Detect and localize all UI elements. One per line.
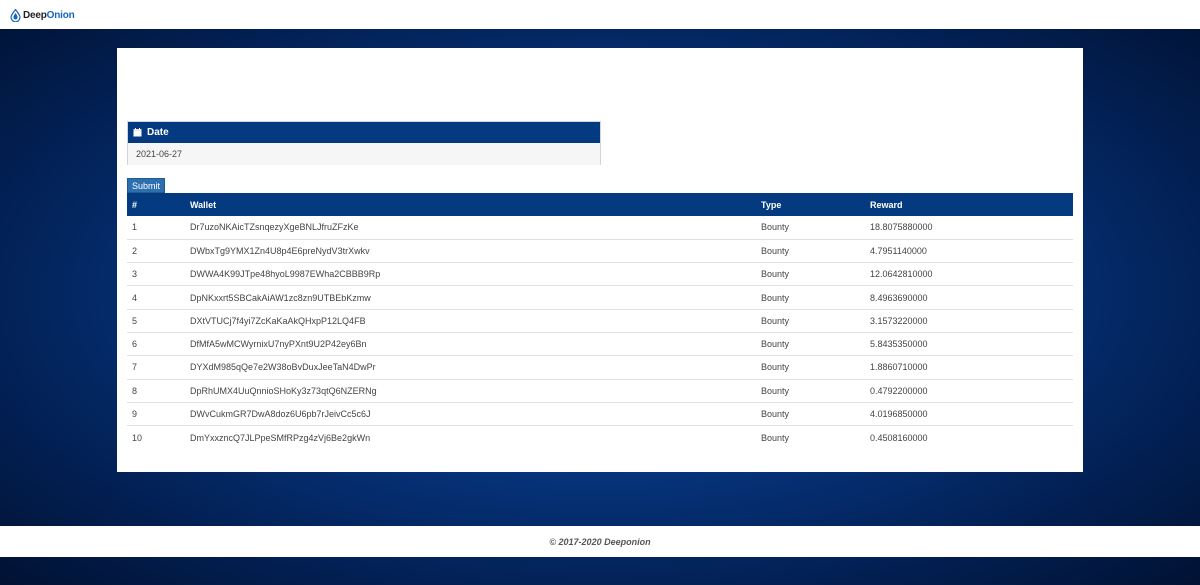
cell-type: Bounty (761, 269, 790, 280)
cell-wallet: DfMfA5wMCWyrnixU7nyPXnt9U2P42ey6Bn (190, 339, 367, 350)
cell-type: Bounty (761, 222, 790, 233)
cell-reward: 1.8860710000 (870, 362, 928, 373)
cell-num: 5 (132, 315, 138, 326)
cell-type: Bounty (761, 292, 790, 303)
header-num: # (132, 199, 138, 210)
cell-num: 4 (132, 292, 138, 303)
cell-wallet: DWvCukmGR7DwA8doz6U6pb7rJeivCc5c6J (190, 409, 371, 420)
main-card: Date 2021-06-27 Submit # Wallet Type Rew… (117, 48, 1083, 472)
date-field[interactable]: 2021-06-27 (128, 143, 600, 165)
table-header-row: # Wallet Type Reward (127, 193, 1073, 216)
rewards-table: # Wallet Type Reward 1 Dr7uzoNKAicTZsnqez… (127, 193, 1073, 449)
cell-type: Bounty (761, 245, 790, 256)
onion-drop-icon (10, 8, 21, 22)
cell-reward: 12.0642810000 (870, 269, 933, 280)
cell-wallet: DmYxxzncQ7JLPpeSMfRPzg4zVj6Be2gkWn (190, 432, 371, 443)
table-row: 7 DYXdM985qQe7e2W38oBvDuxJeeTaN4DwPr Bount… (127, 356, 1073, 380)
cell-type: Bounty (761, 432, 790, 443)
cell-wallet: DXtVTUCj7f4yi7ZcKaKaAkQHxpP12LQ4FB (190, 315, 366, 326)
cell-num: 8 (132, 385, 138, 396)
cell-wallet: DYXdM985qQe7e2W38oBvDuxJeeTaN4DwPr (190, 362, 376, 373)
footer: © 2017-2020 Deeponion (0, 526, 1200, 557)
cell-wallet: DpNKxxrt5SBCakAiAW1zc8zn9UTBEbKzmw (190, 292, 371, 303)
cell-type: Bounty (761, 339, 790, 350)
cell-num: 9 (132, 409, 138, 420)
cell-num: 1 (132, 222, 138, 233)
cell-num: 6 (132, 339, 138, 350)
cell-type: Bounty (761, 385, 790, 396)
cell-reward: 8.4963690000 (870, 292, 928, 303)
cell-reward: 3.1573220000 (870, 315, 928, 326)
cell-type: Bounty (761, 315, 790, 326)
brand-name-part2: Onion (46, 9, 75, 21)
cell-num: 7 (132, 362, 138, 373)
date-panel-header: Date (128, 122, 600, 143)
cell-reward: 0.4508160000 (870, 432, 928, 443)
table-row: 3 DWWA4K99JTpe48hyoL9987EWha2CBBB9Rp Bount… (127, 263, 1073, 286)
cell-type: Bounty (761, 409, 790, 420)
table-row: 4 DpNKxxrt5SBCakAiAW1zc8zn9UTBEbKzmw Bount… (127, 286, 1073, 310)
table-row: 1 Dr7uzoNKAicTZsnqezyXgeBNLJfruZFzKe Bount… (127, 216, 1073, 240)
cell-wallet: DWWA4K99JTpe48hyoL9987EWha2CBBB9Rp (190, 269, 381, 280)
date-label: Date (147, 127, 169, 138)
header-wallet: Wallet (190, 199, 217, 210)
table-row: 8 DpRhUMX4UuQnnioSHoKy3z73qtQ6NZERNg Bount… (127, 379, 1073, 403)
header-reward: Reward (870, 199, 903, 210)
table-row: 9 DWvCukmGR7DwA8doz6U6pb7rJeivCc5c6J Bount… (127, 402, 1073, 426)
table-row: 6 DfMfA5wMCWyrnixU7nyPXnt9U2P42ey6Bn Bount… (127, 332, 1073, 356)
cell-wallet: Dr7uzoNKAicTZsnqezyXgeBNLJfruZFzKe (190, 222, 359, 233)
table-row: 2 DWbxTg9YMX1Zn4U8p4E6preNydV3trXwkv Bount… (127, 239, 1073, 263)
cell-reward: 18.8075880000 (870, 222, 933, 233)
brand-name-part1: Deep (23, 9, 47, 21)
cell-wallet: DpRhUMX4UuQnnioSHoKy3z73qtQ6NZERNg (190, 385, 377, 396)
header-type: Type (761, 199, 782, 210)
brand-name: DeepOnion (23, 10, 75, 21)
cell-reward: 0.4792200000 (870, 385, 928, 396)
table-row: 5 DXtVTUCj7f4yi7ZcKaKaAkQHxpP12LQ4FB Bount… (127, 309, 1073, 333)
copyright-text: © 2017-2020 Deeponion (549, 536, 651, 547)
top-navbar: DeepOnion (0, 0, 1200, 29)
cell-wallet: DWbxTg9YMX1Zn4U8p4E6preNydV3trXwkv (190, 245, 370, 256)
cell-num: 2 (132, 245, 138, 256)
cell-reward: 5.8435350000 (870, 339, 928, 350)
calendar-icon (133, 128, 142, 137)
cell-num: 10 (132, 432, 143, 443)
date-value: 2021-06-27 (136, 149, 183, 159)
cell-reward: 4.7951140000 (870, 245, 927, 256)
cell-type: Bounty (761, 362, 790, 373)
cell-reward: 4.0196850000 (870, 409, 928, 420)
table-body: 1 Dr7uzoNKAicTZsnqezyXgeBNLJfruZFzKe Bount… (127, 216, 1073, 449)
date-panel: Date 2021-06-27 (127, 121, 601, 165)
brand-logo-link[interactable]: DeepOnion (10, 8, 75, 22)
cell-num: 3 (132, 269, 138, 280)
table-row: 10 DmYxxzncQ7JLPpeSMfRPzg4zVj6Be2gkWn Boun… (127, 426, 1073, 449)
submit-button[interactable]: Submit (127, 178, 165, 193)
